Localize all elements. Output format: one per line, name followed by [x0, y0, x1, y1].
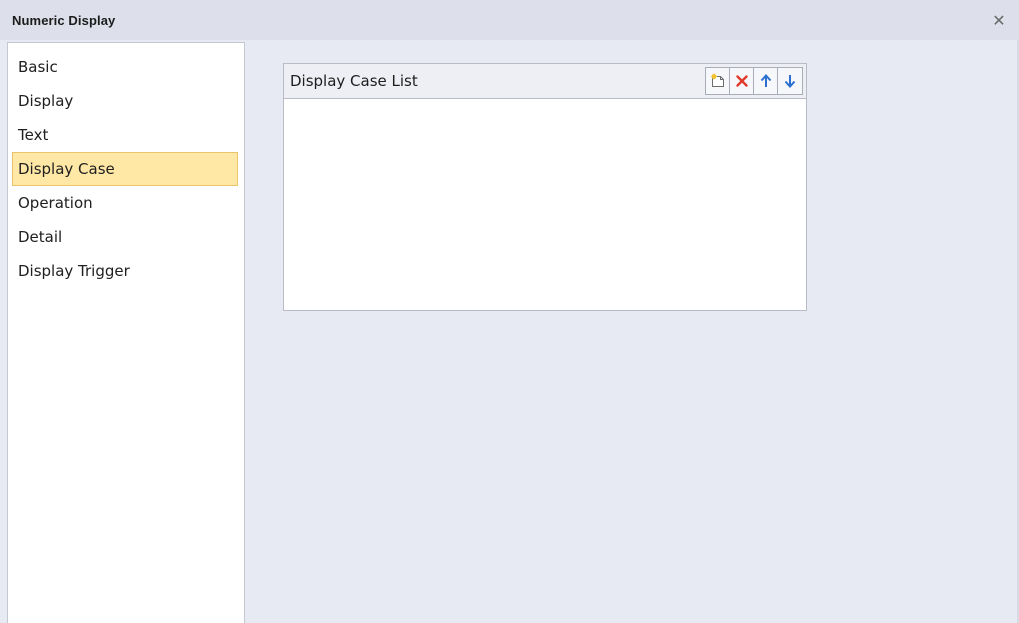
- sidebar-item-display[interactable]: Display: [12, 84, 238, 118]
- sidebar-item-label: Display: [18, 92, 74, 110]
- arrow-down-icon: [784, 75, 796, 88]
- sidebar-item-display-case[interactable]: Display Case: [12, 152, 238, 186]
- delete-icon: [735, 75, 748, 87]
- panel-title: Display Case List: [290, 72, 418, 90]
- arrow-up-icon: [760, 74, 771, 87]
- new-item-icon: [710, 73, 724, 87]
- sidebar-item-basic[interactable]: Basic: [12, 50, 238, 84]
- sidebar-item-label: Text: [18, 126, 49, 144]
- sidebar-item-label: Detail: [18, 228, 63, 246]
- display-case-listbox[interactable]: [283, 99, 807, 311]
- display-case-list-panel: Display Case List: [283, 63, 807, 311]
- sidebar-item-text[interactable]: Text: [12, 118, 238, 152]
- category-sidebar: Basic Display Text Display Case Operatio…: [7, 42, 245, 623]
- close-icon[interactable]: ✕: [989, 10, 1009, 30]
- add-case-button[interactable]: [706, 68, 730, 94]
- move-down-button[interactable]: [778, 68, 802, 94]
- panel-header: Display Case List: [283, 63, 807, 99]
- sidebar-item-label: Display Case: [18, 160, 115, 178]
- sidebar-item-label: Operation: [18, 194, 93, 212]
- list-toolbar: [705, 67, 803, 95]
- sidebar-item-display-trigger[interactable]: Display Trigger: [12, 254, 238, 288]
- sidebar-item-label: Basic: [18, 58, 58, 76]
- window-title: Numeric Display: [12, 12, 116, 28]
- sidebar-item-label: Display Trigger: [18, 262, 130, 280]
- title-bar: Numeric Display ✕: [0, 0, 1019, 40]
- move-up-button[interactable]: [754, 68, 778, 94]
- sidebar-item-detail[interactable]: Detail: [12, 220, 238, 254]
- sidebar-item-operation[interactable]: Operation: [12, 186, 238, 220]
- delete-case-button[interactable]: [730, 68, 754, 94]
